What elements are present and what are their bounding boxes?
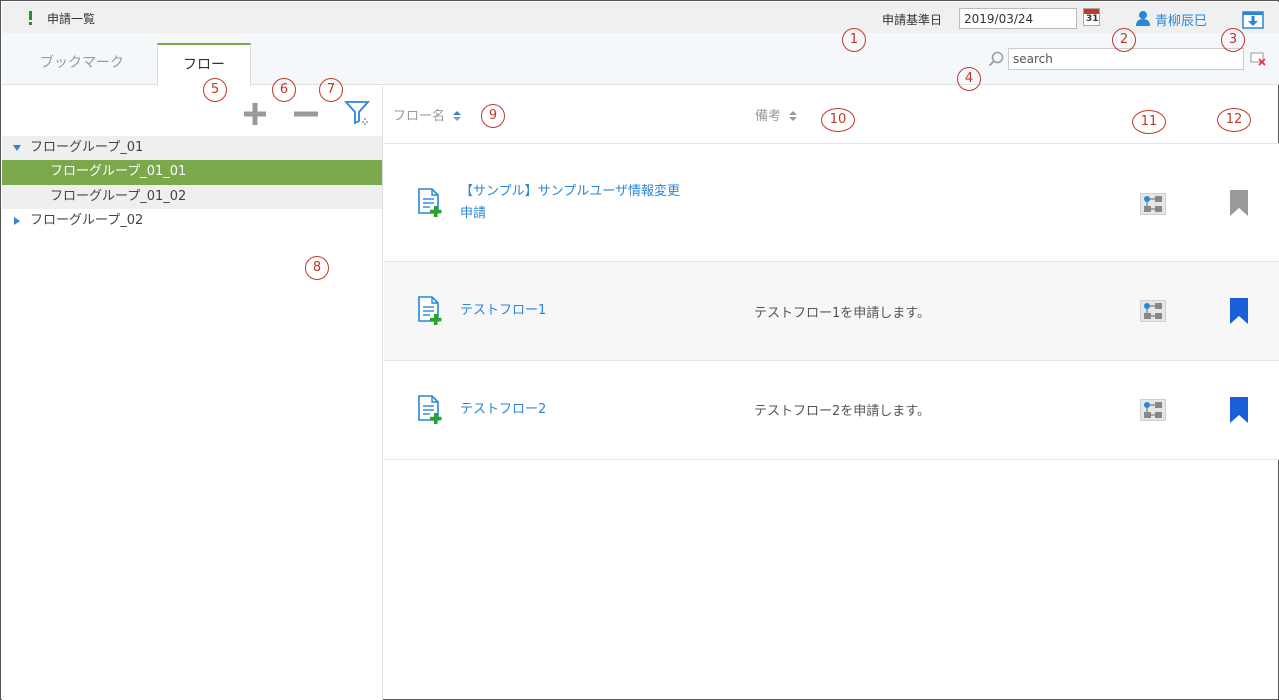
flow-note: テストフロー2を申請します。 — [754, 404, 930, 419]
search-icon — [988, 51, 1004, 67]
flow-name-link[interactable]: テストフロー2 — [460, 399, 710, 421]
download-icon[interactable] — [1242, 9, 1264, 29]
expand-caret-icon[interactable] — [13, 145, 21, 151]
app-marker-icon — [29, 11, 32, 25]
bookmark-on-icon[interactable] — [1229, 397, 1249, 423]
annotation-marker: 3 — [1221, 28, 1245, 52]
annotation-marker: 4 — [957, 67, 981, 91]
column-header-note[interactable]: 備考 — [755, 105, 798, 124]
top-bar: 申請一覧 申請基準日 31 青柳辰巳 — [2, 2, 1279, 33]
date-label: 申請基準日 — [882, 13, 943, 27]
column-header-flow-name[interactable]: フロー名 — [393, 105, 462, 124]
annotation-marker: 12 — [1217, 108, 1251, 132]
flow-name-link[interactable]: テストフロー1 — [460, 300, 710, 322]
flow-row[interactable]: テストフロー1 テストフロー1を申請します。 — [384, 262, 1279, 361]
flow-diagram-icon[interactable] — [1140, 399, 1166, 421]
user-icon — [1136, 11, 1150, 26]
flow-name-link[interactable]: 【サンプル】サンプルユーザ情報変更 申請 — [460, 181, 710, 225]
flow-diagram-icon[interactable] — [1140, 193, 1166, 215]
tree-item-01-01[interactable]: フローグループ_01_01 — [2, 160, 382, 185]
page-title: 申請一覧 — [47, 12, 96, 26]
collapse-caret-icon[interactable] — [14, 217, 20, 225]
tree-group-label: フローグループ_01 — [30, 140, 144, 155]
annotation-marker: 6 — [272, 78, 296, 102]
new-request-document-icon[interactable] — [417, 188, 443, 218]
filter-icon[interactable] — [344, 99, 370, 127]
flow-row[interactable]: 【サンプル】サンプルユーザ情報変更 申請 — [384, 144, 1279, 262]
tree-group-label: フローグループ_02 — [30, 213, 144, 228]
flow-group-pane: フローグループ_01 フローグループ_01_01 フローグループ_01_02 フ… — [2, 86, 383, 700]
tree-group-01[interactable]: フローグループ_01 — [2, 136, 382, 160]
new-request-document-icon[interactable] — [417, 395, 443, 425]
flow-group-tree: フローグループ_01 フローグループ_01_01 フローグループ_01_02 フ… — [2, 136, 382, 233]
flow-diagram-icon[interactable] — [1140, 300, 1166, 322]
user-name-link[interactable]: 青柳辰巳 — [1155, 10, 1207, 29]
tree-item-label: フローグループ_01_01 — [50, 164, 187, 179]
bookmark-off-icon[interactable] — [1229, 190, 1249, 216]
annotation-marker: 7 — [319, 78, 343, 102]
tab-bookmark[interactable]: ブックマーク — [12, 43, 152, 85]
column-label: フロー名 — [393, 109, 446, 124]
annotation-marker: 11 — [1132, 110, 1166, 134]
bookmark-on-icon[interactable] — [1229, 298, 1249, 324]
tree-group-02[interactable]: フローグループ_02 — [2, 209, 382, 233]
annotation-marker: 9 — [481, 104, 505, 128]
sort-icon[interactable] — [453, 111, 462, 122]
clear-search-icon[interactable] — [1250, 52, 1266, 66]
tab-flow[interactable]: フロー — [157, 43, 251, 86]
annotation-marker: 8 — [305, 256, 329, 280]
annotation-marker: 10 — [821, 108, 855, 132]
new-request-document-icon[interactable] — [417, 296, 443, 326]
flow-note: テストフロー1を申請します。 — [754, 306, 930, 321]
annotation-marker: 2 — [1112, 28, 1136, 52]
sort-icon[interactable] — [789, 111, 798, 122]
date-field[interactable] — [959, 8, 1077, 29]
remove-icon[interactable] — [293, 101, 319, 127]
tree-item-01-02[interactable]: フローグループ_01_02 — [2, 185, 382, 209]
annotation-marker: 1 — [842, 28, 866, 52]
flow-row[interactable]: テストフロー2 テストフロー2を申請します。 — [384, 361, 1279, 460]
app-frame: 申請一覧 申請基準日 31 青柳辰巳 ブックマーク フロー — [0, 0, 1279, 700]
add-icon[interactable] — [242, 101, 268, 127]
calendar-icon[interactable]: 31 — [1083, 8, 1100, 26]
tree-item-label: フローグループ_01_02 — [50, 189, 187, 204]
annotation-marker: 5 — [203, 78, 227, 102]
column-label: 備考 — [755, 109, 782, 124]
